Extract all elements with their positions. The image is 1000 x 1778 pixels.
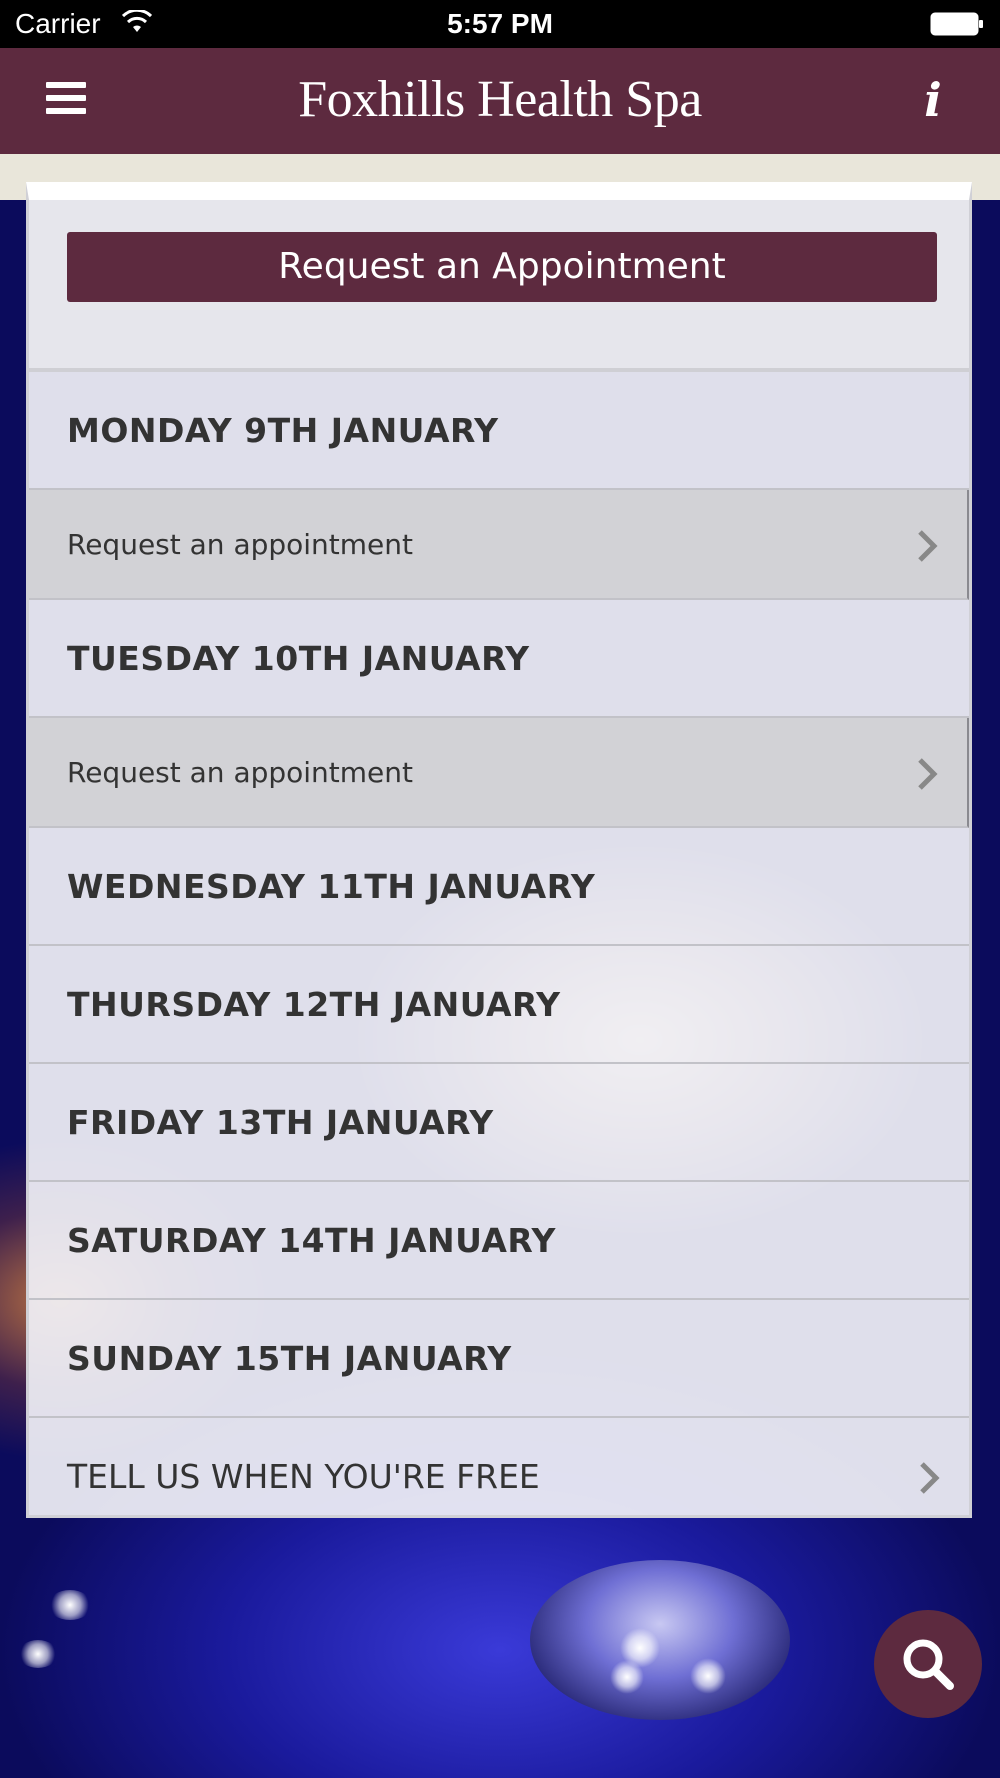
- day-label: FRIDAY 13TH JANUARY: [67, 1103, 494, 1142]
- day-row-monday: MONDAY 9TH JANUARY: [29, 372, 969, 490]
- search-button[interactable]: [874, 1610, 982, 1718]
- appointment-label: Request an appointment: [67, 756, 414, 789]
- candle-glow: [48, 1590, 92, 1620]
- day-label: MONDAY 9TH JANUARY: [67, 411, 499, 450]
- day-row-tuesday: TUESDAY 10TH JANUARY: [29, 600, 969, 718]
- tell-us-when-free-row[interactable]: TELL US WHEN YOU'RE FREE: [29, 1418, 969, 1536]
- day-label: THURSDAY 12TH JANUARY: [67, 985, 561, 1024]
- app-title: Foxhills Health Spa: [298, 71, 702, 128]
- status-bar: Carrier 5:57 PM: [0, 0, 1000, 48]
- day-label: SATURDAY 14TH JANUARY: [67, 1221, 556, 1260]
- free-label: TELL US WHEN YOU'RE FREE: [67, 1457, 540, 1496]
- day-row-wednesday[interactable]: WEDNESDAY 11TH JANUARY: [29, 828, 969, 946]
- chevron-right-icon: [918, 530, 938, 562]
- nav-bar: Foxhills Health Spa i: [0, 48, 1000, 154]
- battery-icon: [930, 12, 983, 36]
- search-icon: [903, 1639, 954, 1690]
- chevron-right-icon: [920, 1462, 940, 1494]
- day-row-thursday[interactable]: THURSDAY 12TH JANUARY: [29, 946, 969, 1064]
- status-time: 5:57 PM: [447, 8, 553, 39]
- chevron-right-icon: [918, 758, 938, 790]
- appointment-label: Request an appointment: [67, 528, 414, 561]
- card-header: Request an Appointment: [29, 200, 969, 372]
- day-row-saturday[interactable]: SATURDAY 14TH JANUARY: [29, 1182, 969, 1300]
- day-label: SUNDAY 15TH JANUARY: [67, 1339, 512, 1378]
- day-row-sunday[interactable]: SUNDAY 15TH JANUARY: [29, 1300, 969, 1418]
- candle-glow: [690, 1658, 726, 1694]
- candle-bowl-image: [530, 1560, 790, 1720]
- request-appointment-row-monday[interactable]: Request an appointment: [29, 490, 969, 600]
- appointments-card: Request an Appointment MONDAY 9TH JANUAR…: [26, 182, 972, 1518]
- day-label: WEDNESDAY 11TH JANUARY: [67, 867, 596, 906]
- day-row-friday[interactable]: FRIDAY 13TH JANUARY: [29, 1064, 969, 1182]
- candle-glow: [18, 1640, 58, 1668]
- info-icon[interactable]: i: [918, 72, 948, 128]
- app-screen: Carrier 5:57 PM Foxhills Health Spa i Re…: [0, 0, 1000, 1778]
- day-label: TUESDAY 10TH JANUARY: [67, 639, 530, 678]
- candle-glow: [610, 1660, 644, 1694]
- request-appointment-button[interactable]: Request an Appointment: [67, 232, 937, 302]
- request-appointment-row-tuesday[interactable]: Request an appointment: [29, 718, 969, 828]
